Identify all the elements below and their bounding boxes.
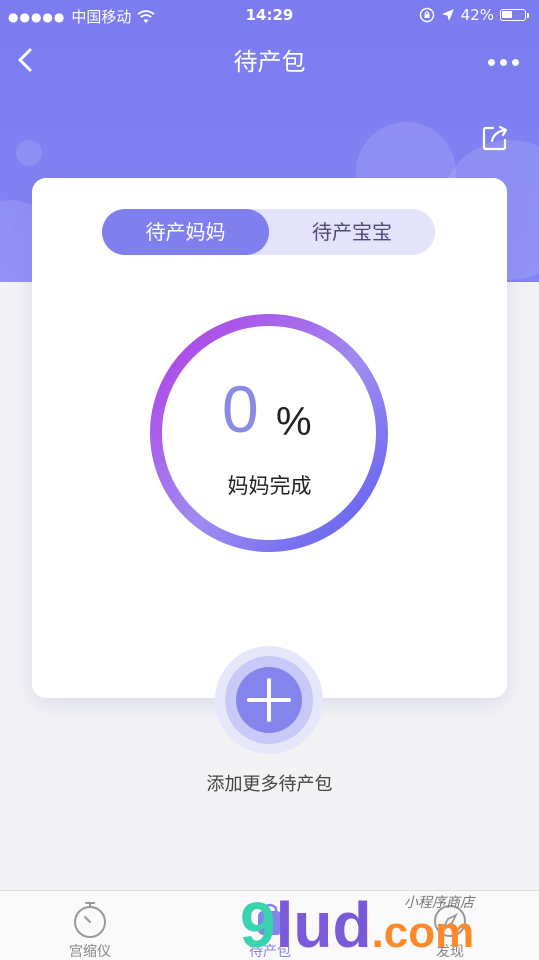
status-bar: ●●●●● 中国移动 14:29 42% — [0, 0, 539, 32]
dot — [487, 58, 495, 66]
battery-icon — [500, 9, 526, 21]
plus-icon — [215, 646, 323, 754]
progress-label: 妈妈完成 — [227, 474, 312, 498]
progress-unit: % — [276, 400, 312, 444]
tab-contraction[interactable]: 宫缩仪 — [0, 891, 180, 960]
share-icon — [482, 125, 508, 151]
watermark-caption: 小程序商店 — [404, 895, 474, 911]
progress-value: 0 — [222, 372, 259, 446]
tab-mom[interactable]: 待产妈妈 — [102, 209, 269, 255]
decor-bubble — [16, 140, 42, 166]
location-icon — [441, 9, 454, 21]
watermark-part: .com — [371, 908, 475, 957]
watermark-part: 9 — [240, 889, 276, 960]
battery-percent: 42% — [460, 6, 494, 24]
add-more-label: 添加更多待产包 — [206, 774, 333, 795]
status-right: 42% — [419, 6, 529, 24]
more-button[interactable] — [483, 52, 523, 72]
checklist-card: 待产妈妈 待产宝宝 0 % 妈妈完成 — [32, 178, 507, 698]
stopwatch-icon — [74, 902, 106, 938]
tab-baby[interactable]: 待产宝宝 — [269, 209, 435, 255]
segment-control: 待产妈妈 待产宝宝 — [102, 209, 435, 255]
progress-ring — [150, 314, 388, 552]
dot — [499, 58, 507, 66]
tab-label: 宫缩仪 — [69, 944, 111, 960]
ring-progress — [156, 320, 382, 546]
dot — [511, 58, 519, 66]
page-title: 待产包 — [233, 48, 306, 76]
add-more-button[interactable] — [215, 646, 323, 754]
rotation-lock-icon — [419, 7, 434, 23]
watermark-part: lud — [275, 889, 372, 960]
battery-tip — [527, 12, 529, 18]
share-button[interactable] — [481, 124, 509, 152]
